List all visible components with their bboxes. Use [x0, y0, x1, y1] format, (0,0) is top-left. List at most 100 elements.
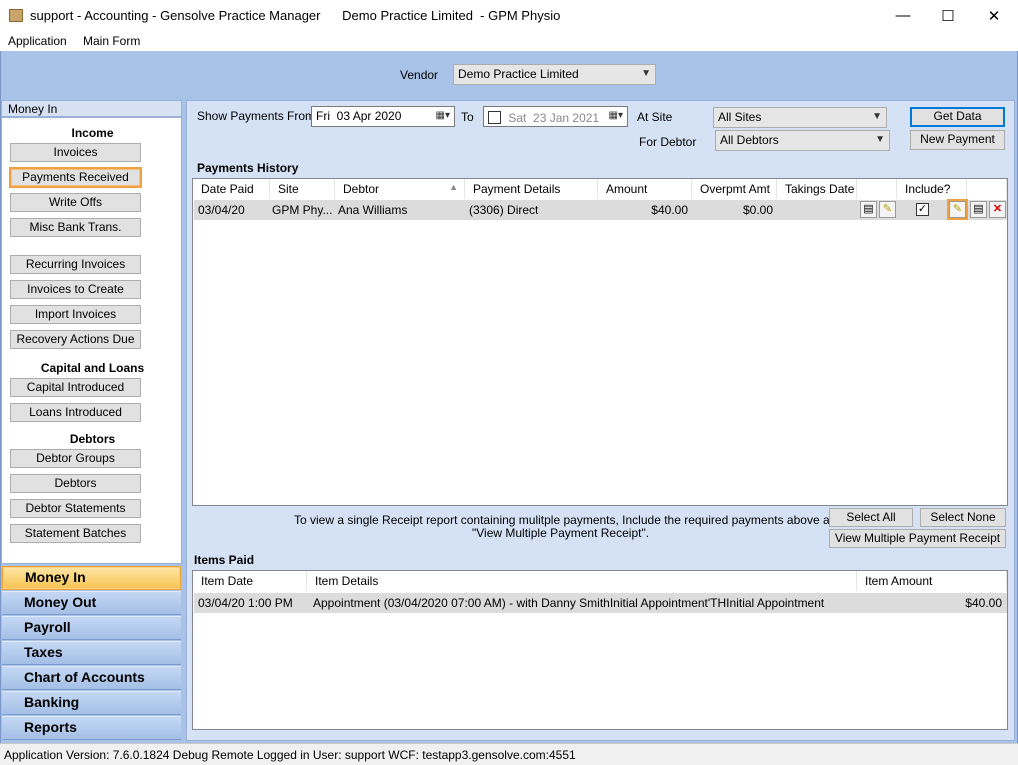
- table-row[interactable]: 03/04/20 GPM Phy... Ana Williams (3306) …: [194, 200, 1007, 220]
- debtor-groups-button[interactable]: Debtor Groups: [10, 449, 141, 468]
- nav-taxes[interactable]: Taxes: [2, 641, 181, 665]
- to-date: 23 Jan 2021: [533, 111, 600, 125]
- invoices-button[interactable]: Invoices: [10, 143, 141, 162]
- row-amount: $40.00: [651, 203, 688, 217]
- nav-money-out[interactable]: Money Out: [2, 591, 181, 615]
- new-payment-button[interactable]: New Payment: [910, 130, 1005, 150]
- col-item-details[interactable]: Item Details: [307, 571, 857, 591]
- receipt-icon[interactable]: ▤: [860, 201, 877, 218]
- nav-chart-of-accounts[interactable]: Chart of Accounts: [2, 666, 181, 690]
- calendar-icon[interactable]: ▦▾: [436, 110, 450, 121]
- col-site[interactable]: Site: [270, 179, 335, 199]
- menu-main-form[interactable]: Main Form: [83, 34, 140, 48]
- col-debtor[interactable]: Debtor ▲: [335, 179, 465, 199]
- row-overpmt: $0.00: [742, 203, 773, 217]
- payments-history-title: Payments History: [197, 161, 299, 175]
- col-item-date[interactable]: Item Date: [193, 571, 307, 591]
- from-date-picker[interactable]: Fri 03 Apr 2020 ▦▾: [311, 106, 455, 127]
- chevron-down-icon: ▼: [875, 134, 885, 145]
- sidebar: Money In Income Invoices Payments Receiv…: [1, 100, 182, 741]
- col-debtor-label: Debtor: [343, 182, 380, 196]
- chevron-down-icon: ▼: [641, 68, 651, 79]
- to-label: To: [461, 110, 474, 124]
- nav-reports[interactable]: Reports: [2, 716, 181, 740]
- from-day: Fri: [316, 109, 330, 123]
- item-amount: $40.00: [965, 596, 1002, 610]
- menu-bar: Application Main Form: [0, 31, 1018, 51]
- debtors-button[interactable]: Debtors: [10, 474, 141, 493]
- status-text: Application Version: 7.6.0.1824 Debug Re…: [4, 748, 576, 762]
- import-invoices-button[interactable]: Import Invoices: [10, 305, 141, 324]
- close-button[interactable]: ✕: [971, 0, 1017, 31]
- col-payment-details[interactable]: Payment Details: [465, 179, 598, 199]
- nav-money-in[interactable]: Money In: [2, 566, 181, 590]
- chevron-down-icon: ▼: [872, 111, 882, 122]
- nav-banking[interactable]: Banking: [2, 691, 181, 715]
- site-select[interactable]: All Sites ▼: [713, 107, 887, 128]
- include-checkbox[interactable]: ✓: [916, 203, 929, 216]
- debtor-statements-button[interactable]: Debtor Statements: [10, 499, 141, 518]
- col-amount[interactable]: Amount: [598, 179, 692, 199]
- to-date-checkbox[interactable]: [488, 111, 501, 124]
- payments-received-button[interactable]: Payments Received: [10, 168, 141, 187]
- view-multiple-receipt-button[interactable]: View Multiple Payment Receipt: [829, 529, 1006, 548]
- row-debtor: Ana Williams: [338, 203, 408, 217]
- col-overpmt[interactable]: Overpmt Amt: [692, 179, 777, 199]
- col-blank: [857, 179, 897, 199]
- site-value: All Sites: [718, 110, 762, 124]
- from-date: 03 Apr 2020: [336, 109, 402, 123]
- vendor-label: Vendor: [400, 68, 439, 82]
- misc-bank-trans-button[interactable]: Misc Bank Trans.: [10, 218, 141, 237]
- calendar-icon[interactable]: ▦▾: [609, 110, 623, 121]
- table-row[interactable]: 03/04/20 1:00 PM Appointment (03/04/2020…: [194, 593, 1007, 613]
- col-takings-date[interactable]: Takings Date: [777, 179, 857, 199]
- delete-icon[interactable]: ✕: [989, 201, 1006, 218]
- window-title: support - Accounting - Gensolve Practice…: [30, 8, 561, 23]
- items-grid: Item Date Item Details Item Amount 03/04…: [192, 570, 1008, 730]
- sidebar-header: Money In: [1, 100, 182, 117]
- info-text: To view a single Receipt report containi…: [294, 513, 876, 527]
- to-date-picker[interactable]: Sat 23 Jan 2021 ▦▾: [483, 106, 628, 127]
- invoices-to-create-button[interactable]: Invoices to Create: [10, 280, 141, 299]
- write-offs-button[interactable]: Write Offs: [10, 193, 141, 212]
- col-item-amount[interactable]: Item Amount: [857, 571, 1007, 591]
- sort-up-icon: ▲: [449, 182, 458, 192]
- to-day: Sat: [508, 111, 527, 125]
- section-income: Income: [71, 126, 114, 140]
- col-actions: [967, 179, 1007, 199]
- status-bar: Application Version: 7.6.0.1824 Debug Re…: [0, 743, 1018, 765]
- show-from-label: Show Payments From: [197, 109, 316, 123]
- edit-pencil-icon[interactable]: ✎: [879, 201, 896, 218]
- section-debtors: Debtors: [69, 432, 116, 446]
- site-label: At Site: [637, 110, 673, 124]
- items-paid-title: Items Paid: [194, 553, 255, 567]
- minimize-button[interactable]: —: [880, 0, 926, 31]
- row-site: GPM Phy...: [272, 203, 333, 217]
- section-capital-loans: Capital and Loans: [40, 361, 145, 375]
- menu-application[interactable]: Application: [8, 34, 67, 48]
- item-date: 03/04/20 1:00 PM: [198, 596, 293, 610]
- debtor-value: All Debtors: [720, 133, 779, 147]
- recurring-invoices-button[interactable]: Recurring Invoices: [10, 255, 141, 274]
- edit-pencil-icon[interactable]: ✎: [949, 201, 966, 218]
- payments-grid: Date Paid Site Debtor ▲ Payment Details A…: [192, 178, 1008, 506]
- recovery-actions-button[interactable]: Recovery Actions Due: [10, 330, 141, 349]
- info-text-2: "View Multiple Payment Receipt".: [472, 526, 650, 540]
- statement-batches-button[interactable]: Statement Batches: [10, 524, 141, 543]
- capital-introduced-button[interactable]: Capital Introduced: [10, 378, 141, 397]
- nav-payroll[interactable]: Payroll: [2, 616, 181, 640]
- vendor-select[interactable]: Demo Practice Limited ▼: [453, 64, 656, 85]
- receipt-icon[interactable]: ▤: [970, 201, 987, 218]
- select-none-button[interactable]: Select None: [920, 508, 1006, 527]
- row-date: 03/04/20: [198, 203, 245, 217]
- loans-introduced-button[interactable]: Loans Introduced: [10, 403, 141, 422]
- col-include[interactable]: Include?: [897, 179, 967, 199]
- col-date-paid[interactable]: Date Paid: [193, 179, 270, 199]
- item-details: Appointment (03/04/2020 07:00 AM) - with…: [313, 596, 825, 610]
- app-icon: [9, 9, 23, 22]
- title-bar: support - Accounting - Gensolve Practice…: [0, 0, 1018, 31]
- select-all-button[interactable]: Select All: [829, 508, 913, 527]
- maximize-button[interactable]: ☐: [925, 0, 971, 31]
- get-data-button[interactable]: Get Data: [910, 107, 1005, 127]
- debtor-select[interactable]: All Debtors ▼: [715, 130, 890, 151]
